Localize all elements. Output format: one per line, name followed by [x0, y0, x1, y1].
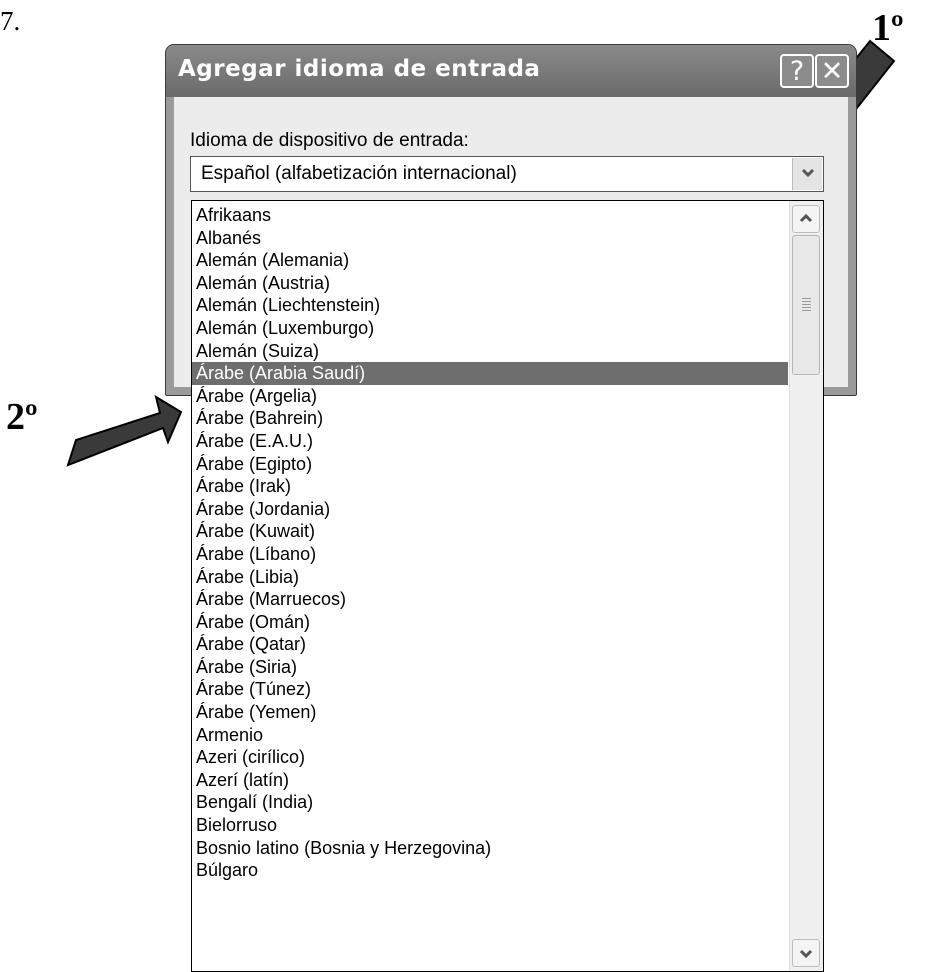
list-item[interactable]: Árabe (Túnez) — [192, 678, 788, 701]
input-language-combobox[interactable]: Español (alfabetización internacional) — [190, 156, 824, 192]
arrow-2-icon — [66, 394, 183, 467]
thumb-grip — [802, 298, 811, 312]
list-item[interactable]: Árabe (Irak) — [192, 475, 788, 498]
list-item[interactable]: Árabe (Libia) — [192, 566, 788, 589]
list-item[interactable]: Albanés — [192, 227, 788, 250]
list-item[interactable]: Afrikaans — [192, 204, 788, 227]
list-item[interactable]: Alemán (Austria) — [192, 272, 788, 295]
list-item[interactable]: Árabe (Qatar) — [192, 633, 788, 656]
help-button[interactable]: ? — [780, 54, 814, 88]
list-item[interactable]: Alemán (Alemania) — [192, 249, 788, 272]
dialog-title: Agregar idioma de entrada — [178, 56, 541, 82]
input-language-label: Idioma de dispositivo de entrada: — [190, 130, 469, 151]
list-item[interactable]: Árabe (Siria) — [192, 656, 788, 679]
scroll-up-button[interactable] — [792, 205, 820, 233]
list-item[interactable]: Árabe (Kuwait) — [192, 520, 788, 543]
list-item[interactable]: Armenio — [192, 724, 788, 747]
language-list: Afrikaans Albanés Alemán (Alemania) Alemán … — [192, 204, 788, 882]
combobox-value: Español (alfabetización internacional) — [201, 163, 517, 184]
chevron-down-icon — [801, 168, 815, 178]
chevron-down-icon — [799, 949, 813, 959]
combobox-dropdown-button[interactable] — [792, 158, 822, 190]
list-item[interactable]: Árabe (Egipto) — [192, 453, 788, 476]
list-item[interactable]: Alemán (Liechtenstein) — [192, 294, 788, 317]
list-item[interactable]: Árabe (Líbano) — [192, 543, 788, 566]
list-item[interactable]: Árabe (Omán) — [192, 611, 788, 634]
list-item[interactable]: Alemán (Suiza) — [192, 340, 788, 363]
chevron-up-icon — [799, 213, 813, 223]
list-item[interactable]: Bengalí (India) — [192, 791, 788, 814]
list-item[interactable]: Árabe (Marruecos) — [192, 588, 788, 611]
help-icon: ? — [789, 56, 805, 87]
list-item[interactable]: Árabe (Argelia) — [192, 385, 788, 408]
list-item[interactable]: Azeri (cirílico) — [192, 746, 788, 769]
close-button[interactable]: ✕ — [815, 54, 849, 88]
list-item[interactable]: Árabe (Bahrein) — [192, 407, 788, 430]
list-item[interactable]: Bielorruso — [192, 814, 788, 837]
list-item[interactable]: Azerí (latín) — [192, 769, 788, 792]
list-item[interactable]: Árabe (Jordania) — [192, 498, 788, 521]
list-item[interactable]: Búlgaro — [192, 859, 788, 882]
list-item[interactable]: Bosnio latino (Bosnia y Herzegovina) — [192, 837, 788, 860]
list-item[interactable]: Árabe (Arabia Saudí) — [192, 362, 788, 385]
scroll-thumb[interactable] — [792, 235, 820, 375]
list-item[interactable]: Árabe (E.A.U.) — [192, 430, 788, 453]
list-item[interactable]: Alemán (Luxemburgo) — [192, 317, 788, 340]
close-icon: ✕ — [820, 56, 844, 87]
vertical-scrollbar[interactable] — [789, 201, 823, 971]
language-dropdown-list[interactable]: Afrikaans Albanés Alemán (Alemania) Alemán … — [191, 200, 824, 972]
dialog-titlebar[interactable]: Agregar idioma de entrada ? ✕ — [166, 45, 856, 97]
list-item[interactable]: Árabe (Yemen) — [192, 701, 788, 724]
scroll-down-button[interactable] — [792, 939, 820, 967]
